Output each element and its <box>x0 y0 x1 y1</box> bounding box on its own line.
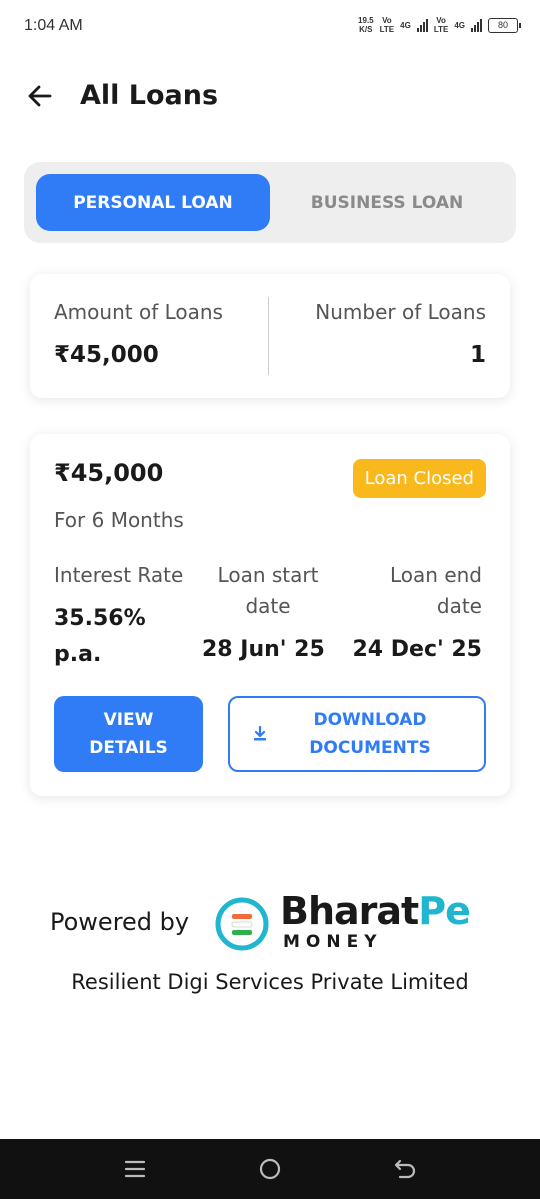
volte-1-sub: LTE <box>379 25 395 34</box>
brand-subtitle: MONEY <box>283 932 383 952</box>
signal-2-icon <box>471 18 482 32</box>
amount-of-loans-value: ₹45,000 <box>54 342 159 368</box>
loan-end-date-value: 24 Dec' 25 <box>352 637 482 662</box>
arrow-left-icon[interactable] <box>26 82 54 110</box>
system-nav-bar <box>0 1139 540 1199</box>
status-bar: 1:04 AM 19.5 K/S Vo LTE 4G Vo LTE 4G 80 <box>0 0 540 56</box>
volte-1: Vo LTE <box>380 16 395 34</box>
volte-2-sub: LTE <box>433 25 449 34</box>
amount-of-loans-label: Amount of Loans <box>54 300 223 324</box>
loan-amount: ₹45,000 <box>54 459 164 487</box>
loan-end-date-label: Loan end date <box>390 560 482 622</box>
net-speed: 19.5 K/S <box>358 16 374 34</box>
brand-name: BharatPe <box>280 888 471 934</box>
status-icons: 19.5 K/S Vo LTE 4G Vo LTE 4G 80 <box>358 16 521 34</box>
home-circle-icon[interactable] <box>258 1157 282 1181</box>
loans-summary-card: Amount of Loans ₹45,000 Number of Loans … <box>30 274 510 398</box>
company-name: Resilient Digi Services Private Limited <box>71 970 469 994</box>
interest-rate-label: Interest Rate <box>54 563 184 587</box>
loan-end-date-label-line1: Loan end <box>390 563 482 587</box>
interest-rate-value-line1: 35.56% <box>54 606 146 631</box>
number-of-loans-label: Number of Loans <box>315 300 486 324</box>
interest-rate-value: 35.56% p.a. <box>54 601 146 673</box>
download-icon <box>254 726 266 741</box>
view-details-button[interactable]: VIEW DETAILS <box>54 696 203 772</box>
loan-card: ₹45,000 Loan Closed For 6 Months Interes… <box>30 434 510 796</box>
view-details-line2: DETAILS <box>89 738 168 758</box>
menu-icon[interactable] <box>123 1157 147 1181</box>
summary-divider <box>268 297 269 375</box>
tab-personal-loan[interactable]: PERSONAL LOAN <box>36 174 270 231</box>
view-details-line1: VIEW <box>103 710 154 730</box>
app-header: All Loans <box>0 70 540 126</box>
loan-duration: For 6 Months <box>54 508 184 532</box>
network-type-2: 4G <box>454 20 465 30</box>
loan-end-date-label-line2: date <box>436 594 482 618</box>
page-title: All Loans <box>80 80 219 111</box>
download-documents-button[interactable]: DOWNLOAD DOCUMENTS <box>228 696 486 772</box>
bharatpe-logo-icon <box>215 897 269 951</box>
interest-rate-value-line2: p.a. <box>54 642 102 667</box>
download-documents-line2: DOCUMENTS <box>309 738 431 758</box>
loan-start-date-label: Loan start date <box>208 560 328 622</box>
status-badge: Loan Closed <box>352 459 486 498</box>
volte-2-label: Vo <box>436 16 446 25</box>
net-speed-unit: K/S <box>359 25 373 34</box>
net-speed-value: 19.5 <box>358 16 374 25</box>
battery-icon: 80 <box>488 17 521 33</box>
signal-1-icon <box>416 18 428 32</box>
back-icon[interactable] <box>393 1157 417 1181</box>
volte-2: Vo LTE <box>434 16 449 34</box>
brand-name-part2: Pe <box>418 889 471 933</box>
brand-name-part1: Bharat <box>280 889 419 933</box>
number-of-loans-value: 1 <box>469 342 486 368</box>
loan-type-tabs: PERSONAL LOAN BUSINESS LOAN <box>24 162 516 243</box>
loan-start-date-label-line2: date <box>245 594 291 618</box>
tab-business-loan[interactable]: BUSINESS LOAN <box>270 174 504 231</box>
status-time: 1:04 AM <box>24 17 83 34</box>
volte-1-label: Vo <box>382 16 392 25</box>
loan-start-date-label-line1: Loan start <box>217 563 319 587</box>
network-type-1: 4G <box>400 20 411 30</box>
loan-start-date-value: 28 Jun' 25 <box>202 637 325 662</box>
download-documents-line1: DOWNLOAD <box>313 710 427 730</box>
powered-by-label: Powered by <box>50 908 190 936</box>
